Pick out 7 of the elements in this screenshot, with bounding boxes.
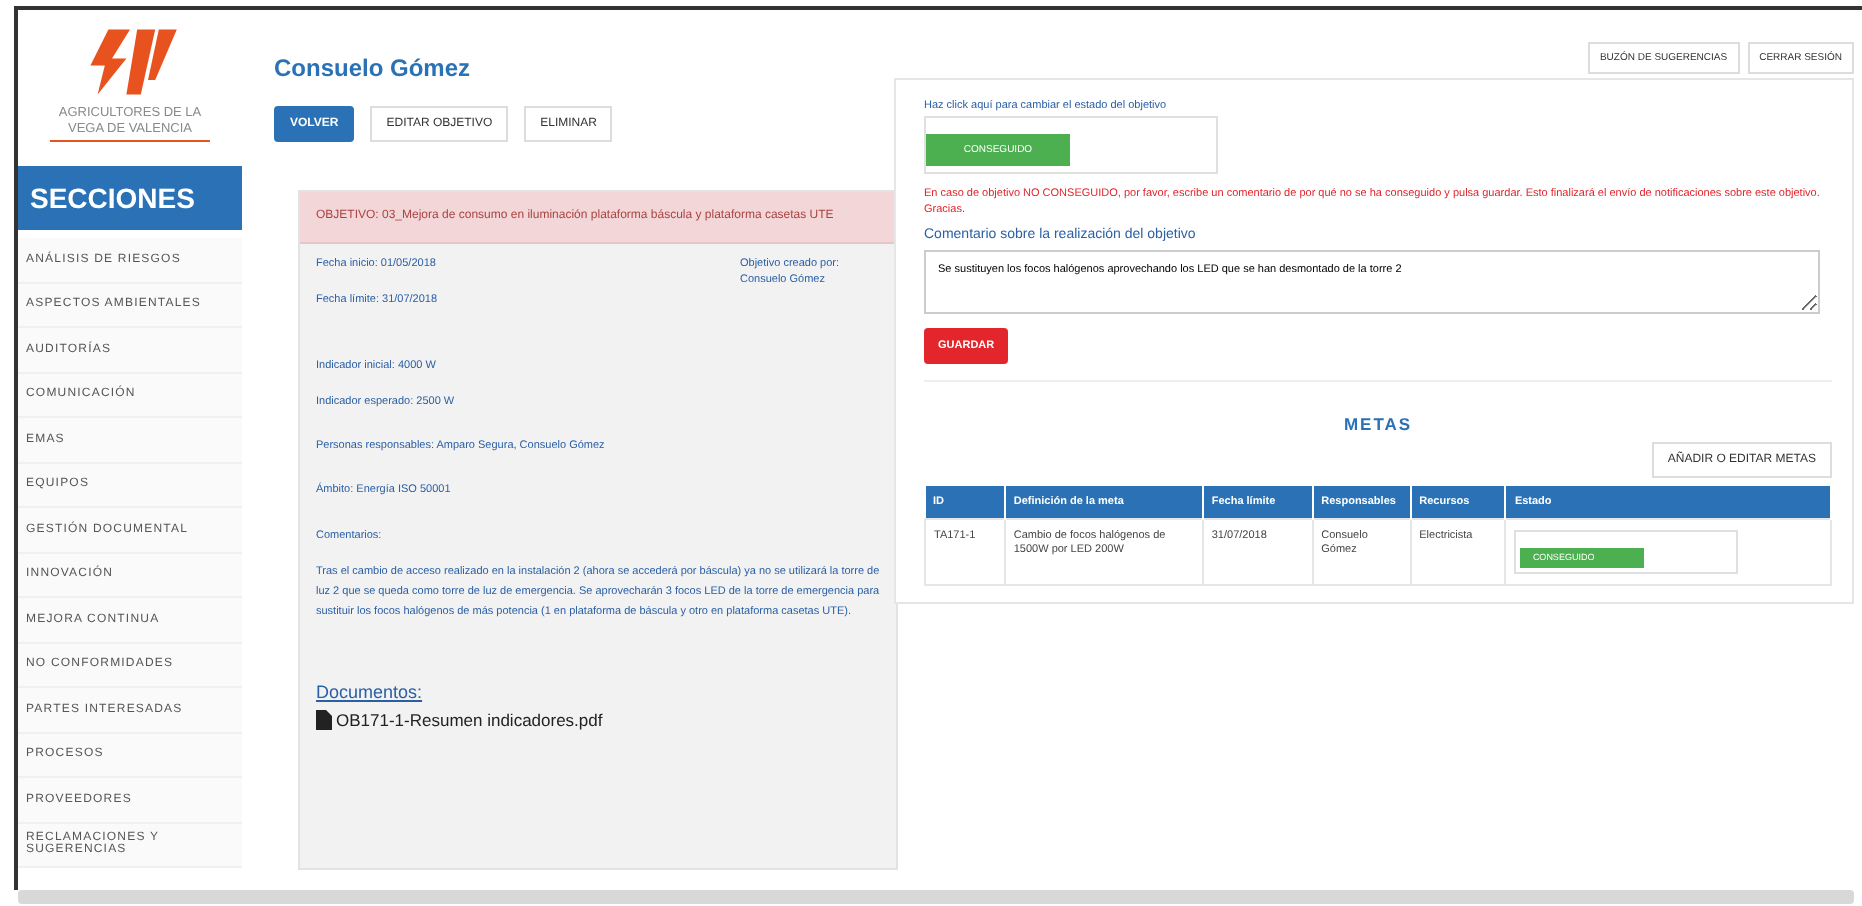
user-name: Consuelo Gómez bbox=[274, 54, 473, 82]
file-icon bbox=[316, 710, 332, 731]
goals-title: METAS bbox=[1341, 413, 1415, 433]
scrollbar[interactable] bbox=[18, 890, 1854, 904]
documents-link[interactable]: Documentos: bbox=[316, 682, 880, 703]
document-link[interactable]: OB171-1-Resumen indicadores.pdf bbox=[336, 710, 603, 731]
sidebar-title: SECCIONES bbox=[18, 166, 242, 230]
